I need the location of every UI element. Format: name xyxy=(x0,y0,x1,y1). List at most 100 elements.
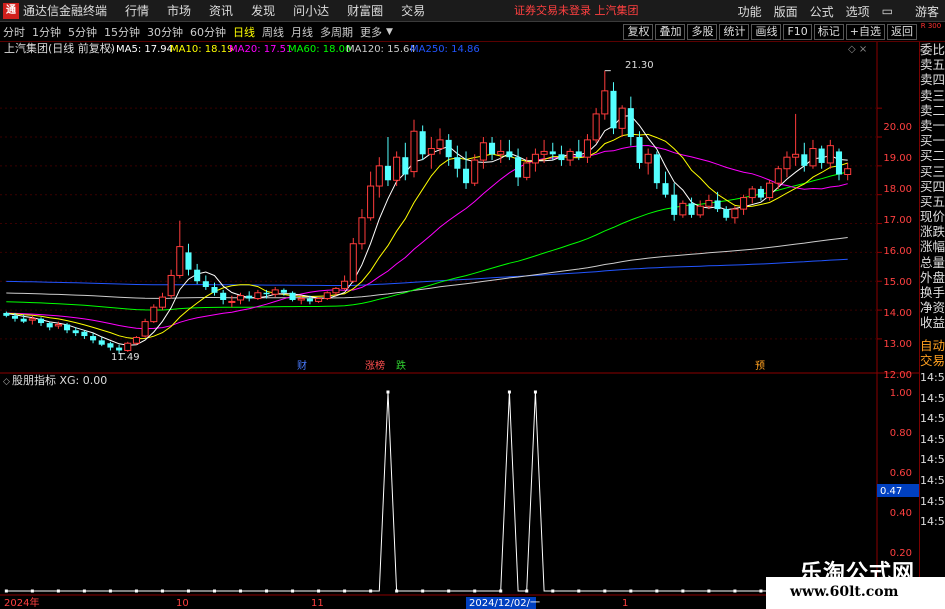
candle-body xyxy=(402,157,409,175)
stats-button[interactable]: 统计 xyxy=(719,24,750,40)
event-forecast-marker[interactable]: 预 xyxy=(755,360,765,372)
candle-body xyxy=(116,347,123,351)
period-60min[interactable]: 60分钟 xyxy=(187,24,229,40)
menu-options[interactable]: 选项 xyxy=(846,3,870,20)
xg-point xyxy=(343,589,347,593)
candle-body xyxy=(696,205,704,216)
candle-body xyxy=(28,318,36,321)
candle[interactable] xyxy=(141,318,149,338)
candle-body xyxy=(46,323,53,328)
xg-point xyxy=(629,589,633,593)
candle-body xyxy=(150,306,158,323)
xg-point xyxy=(603,589,607,593)
period-monthly[interactable]: 月线 xyxy=(288,24,316,40)
candle-body xyxy=(20,318,27,322)
candle[interactable] xyxy=(132,336,140,345)
candle-body xyxy=(627,108,634,137)
candle-body xyxy=(367,185,375,219)
indicator-tick: 1.00 xyxy=(890,388,912,399)
side-gap xyxy=(920,331,945,338)
price-tick: 17.00 xyxy=(883,215,912,226)
login-notice[interactable]: 证券交易未登录 上汽集团 xyxy=(514,0,639,22)
event-finance-marker[interactable]: 财 xyxy=(297,359,307,372)
side-time: 14:56 xyxy=(920,453,945,467)
period-15min[interactable]: 15分钟 xyxy=(101,24,143,40)
indicator-settings-icon[interactable]: ◇ xyxy=(3,377,10,387)
xg-point xyxy=(108,589,112,593)
side-sub-item[interactable]: 交易 xyxy=(920,353,945,368)
candle-body xyxy=(107,343,114,348)
menu-wealth[interactable]: 财富圈 xyxy=(347,2,383,19)
candle-body xyxy=(714,200,721,210)
candle-body xyxy=(263,292,270,295)
xg-peak xyxy=(507,390,511,394)
period-30min[interactable]: 30分钟 xyxy=(144,24,186,40)
candle[interactable] xyxy=(124,341,132,352)
candle-body xyxy=(531,153,539,164)
xg-point xyxy=(291,589,295,593)
menu-trade[interactable]: 交易 xyxy=(401,2,425,19)
side-time: 14:56 xyxy=(920,494,945,508)
event-drop-marker[interactable]: 跌 xyxy=(396,359,406,372)
app-title: 通达信金融终端 xyxy=(23,4,108,18)
f10-button[interactable]: F10 xyxy=(783,24,812,40)
xg-peak xyxy=(386,390,390,394)
xg-point xyxy=(759,589,763,593)
candle-body xyxy=(558,154,565,161)
mark-button[interactable]: 标记 xyxy=(813,24,844,40)
add-watchlist-button[interactable]: +自选 xyxy=(845,24,885,40)
side-time: 14:56 xyxy=(920,391,945,405)
side-sub-item[interactable]: 自动 xyxy=(920,338,945,353)
candle[interactable] xyxy=(150,304,158,324)
candle-body xyxy=(202,281,209,287)
collapse-icon[interactable]: ◇ × xyxy=(848,44,867,55)
period-timeshare[interactable]: 分时 xyxy=(0,24,28,40)
more-chevron-icon[interactable]: ▼ xyxy=(386,27,393,37)
candle-body xyxy=(688,203,695,215)
period-more[interactable]: 更多 xyxy=(357,24,385,40)
minimize-icon[interactable]: ▭ xyxy=(882,4,893,18)
candle[interactable] xyxy=(323,291,331,300)
side-time: 14:56 xyxy=(920,432,945,446)
menu-layout[interactable]: 版面 xyxy=(774,3,798,20)
kline-chart[interactable]: 上汽集团(日线 前复权) ◇ MA5: 17.94 MA10: 18.19 MA… xyxy=(0,42,919,609)
user-label[interactable]: 游客 xyxy=(915,3,939,20)
overlay-button[interactable]: 叠加 xyxy=(655,24,686,40)
price-tick: 20.00 xyxy=(883,122,912,133)
back-button[interactable]: 返回 xyxy=(887,24,917,40)
xg-point xyxy=(369,589,373,593)
menu-news[interactable]: 资讯 xyxy=(209,2,233,19)
candle[interactable] xyxy=(349,237,357,283)
menu-ask[interactable]: 问小达 xyxy=(293,2,329,19)
candle-body xyxy=(723,209,730,218)
ma20-label: MA20: 17.51 xyxy=(229,44,292,55)
candle-body xyxy=(297,298,305,301)
side-item-label: 净资 xyxy=(920,300,945,316)
side-item-label: 涨幅 xyxy=(920,239,945,255)
menu-formula[interactable]: 公式 xyxy=(810,3,834,20)
candle[interactable] xyxy=(289,291,296,302)
period-weekly[interactable]: 周线 xyxy=(259,24,287,40)
menu-quotes[interactable]: 行情 xyxy=(125,2,149,19)
menu-market[interactable]: 市场 xyxy=(167,2,191,19)
period-multi[interactable]: 多周期 xyxy=(317,24,356,40)
watermark-url: www.60lt.com xyxy=(790,584,899,600)
settings-chevron-icon[interactable]: ◇ xyxy=(105,44,113,55)
event-limitup-marker[interactable]: 涨榜 xyxy=(365,359,385,372)
candle[interactable] xyxy=(679,200,687,218)
draw-line-button[interactable]: 画线 xyxy=(751,24,782,40)
menu-discover[interactable]: 发现 xyxy=(251,2,275,19)
candle[interactable] xyxy=(766,180,774,201)
indicator-tick: 0.60 xyxy=(890,468,912,479)
period-daily[interactable]: 日线 xyxy=(230,24,258,40)
period-5min[interactable]: 5分钟 xyxy=(65,24,100,40)
low-price-label: 11.49 xyxy=(111,352,140,363)
multi-stock-button[interactable]: 多股 xyxy=(687,24,718,40)
indicator-tick: 0.40 xyxy=(890,508,912,519)
candle-body xyxy=(489,142,496,155)
menu-function[interactable]: 功能 xyxy=(738,3,762,20)
menu-bar: 通 通达信金融终端 行情 市场 资讯 发现 问小达 财富圈 交易 证券交易未登录… xyxy=(0,0,945,22)
adjust-button[interactable]: 复权 xyxy=(623,24,654,40)
period-1min[interactable]: 1分钟 xyxy=(29,24,64,40)
ma10-label: MA10: 18.19 xyxy=(170,44,233,55)
